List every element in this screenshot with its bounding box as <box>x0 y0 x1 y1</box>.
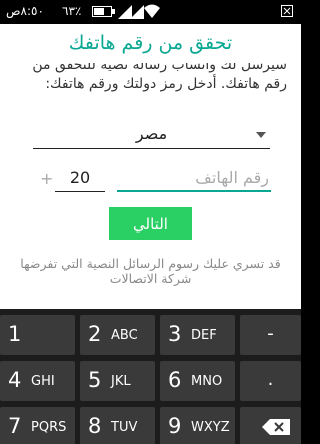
phone-number-input[interactable] <box>117 164 271 192</box>
key-dash[interactable]: - <box>240 315 301 355</box>
key-5[interactable]: 5 JKL <box>80 361 155 401</box>
country-select[interactable]: مصر <box>33 123 270 149</box>
key-3[interactable]: 3 DEF <box>160 315 235 355</box>
key-4[interactable]: 4 GHI <box>0 361 75 401</box>
key-digit: 3 <box>168 322 182 346</box>
key-7[interactable]: 7 PQRS <box>0 407 75 444</box>
signal-icon <box>130 5 144 19</box>
key-digit: 9 <box>168 414 182 438</box>
battery-icon <box>92 6 115 17</box>
plus-sign: + <box>40 169 54 188</box>
key-digit: 1 <box>8 322 22 346</box>
page-title: تحقق من رقم هاتفك <box>68 32 233 54</box>
backspace-key[interactable] <box>240 407 301 444</box>
instruction-line-1: سيرسل لك واتساب رسالة نصية للتحقق من <box>32 63 287 73</box>
verify-panel: تحقق من رقم هاتفك سيرسل لك واتساب رسالة … <box>0 24 301 309</box>
key-letters: MNO <box>191 374 223 389</box>
chevron-down-icon <box>256 132 266 138</box>
numeric-keyboard: 1 2 ABC 3 DEF - 4 GHI 5 JKL 6 MNO . 7 PQ… <box>0 309 301 444</box>
key-6[interactable]: 6 MNO <box>160 361 235 401</box>
key-letters: TUV <box>111 420 138 435</box>
key-letters: WXYZ <box>191 420 230 435</box>
key-digit: 7 <box>8 414 22 438</box>
key-symbol: . <box>267 369 274 390</box>
key-1[interactable]: 1 <box>0 315 75 355</box>
key-digit: 2 <box>88 322 102 346</box>
key-2[interactable]: 2 ABC <box>80 315 155 355</box>
key-letters: ABC <box>111 328 138 343</box>
status-bar: ٨:٥٠ص ٦٣٪ <box>0 0 301 24</box>
key-digit: 8 <box>88 414 102 438</box>
sms-disclaimer: قد تسري عليك رسوم الرسائل النصية التي تف… <box>20 256 281 286</box>
instruction-text: سيرسل لك واتساب رسالة نصية للتحقق من رقم… <box>14 63 287 109</box>
key-period[interactable]: . <box>240 361 301 401</box>
key-letters: DEF <box>191 328 217 343</box>
notification-icon <box>281 5 293 17</box>
key-digit: 4 <box>8 368 22 392</box>
country-name: مصر <box>135 124 168 143</box>
key-9[interactable]: 9 WXYZ <box>160 407 235 444</box>
key-digit: 5 <box>88 368 102 392</box>
battery-percent: ٦٣٪ <box>62 4 82 18</box>
key-digit: 6 <box>168 368 182 392</box>
key-letters: GHI <box>31 374 55 389</box>
instruction-line-2: رقم هاتفك. أدخل رمز دولتك ورقم هاتفك: <box>45 76 287 92</box>
country-code-input[interactable] <box>55 164 105 192</box>
next-button[interactable]: التالي <box>109 207 192 240</box>
status-time: ٨:٥٠ص <box>6 4 44 18</box>
wifi-icon <box>144 4 160 18</box>
key-letters: JKL <box>111 374 131 389</box>
backspace-icon <box>262 419 290 435</box>
key-symbol: - <box>267 323 274 344</box>
key-8[interactable]: 8 TUV <box>80 407 155 444</box>
key-letters: PQRS <box>31 420 67 435</box>
